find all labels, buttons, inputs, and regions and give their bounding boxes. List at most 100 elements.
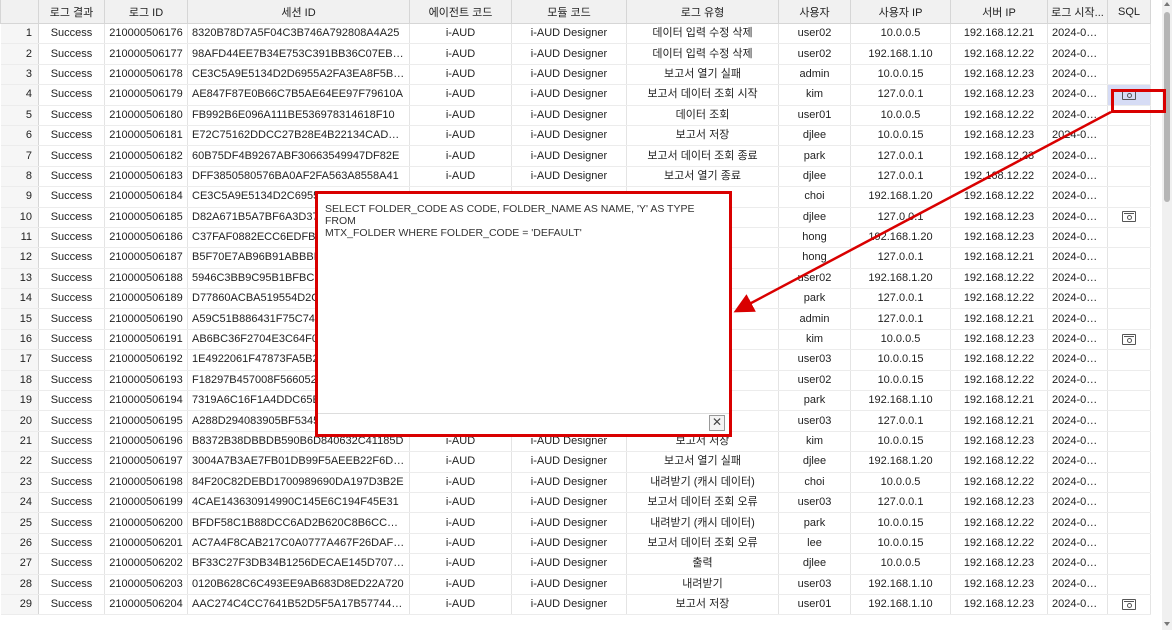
cell-log-start[interactable]: 2024-04-... <box>1047 349 1108 371</box>
cell-user[interactable]: admin <box>778 64 851 86</box>
cell-log-id[interactable]: 210000506196 <box>104 431 188 453</box>
table-row[interactable]: 22 Success 210000506197 3004A7B3AE7FB01DB99… <box>0 451 1151 473</box>
cell-server-ip[interactable]: 192.168.12.23 <box>950 125 1048 147</box>
cell-sql[interactable] <box>1107 492 1151 514</box>
row-number[interactable]: 28 <box>0 574 39 595</box>
cell-user-ip[interactable]: 192.168.1.10 <box>850 574 951 595</box>
sql-view-icon[interactable] <box>1122 333 1136 345</box>
cell-server-ip[interactable]: 192.168.12.21 <box>950 247 1048 269</box>
cell-log-type[interactable]: 내려받기 <box>626 574 779 595</box>
cell-log-type[interactable]: 보고서 열기 종료 <box>626 166 779 188</box>
header-session-id[interactable]: 세션 ID <box>187 0 410 24</box>
row-number[interactable]: 16 <box>0 329 39 351</box>
row-number[interactable]: 22 <box>0 451 39 473</box>
cell-sql[interactable] <box>1107 166 1151 188</box>
cell-server-ip[interactable]: 192.168.12.23 <box>950 329 1048 351</box>
cell-server-ip[interactable]: 192.168.12.23 <box>950 594 1048 616</box>
cell-log-id[interactable]: 210000506193 <box>104 370 188 392</box>
cell-user-ip[interactable]: 127.0.0.1 <box>850 410 951 432</box>
cell-log-start[interactable]: 2024-04-... <box>1047 512 1108 534</box>
cell-log-result[interactable]: Success <box>38 553 105 575</box>
cell-log-id[interactable]: 210000506197 <box>104 451 188 473</box>
close-button[interactable]: ✕ <box>709 415 725 431</box>
cell-log-id[interactable]: 210000506185 <box>104 207 188 228</box>
cell-agent-code[interactable]: i-AUD <box>409 64 512 86</box>
cell-user[interactable]: user02 <box>778 43 851 65</box>
cell-user-ip[interactable]: 127.0.0.1 <box>850 288 951 310</box>
cell-user[interactable]: park <box>778 512 851 534</box>
cell-server-ip[interactable]: 192.168.12.23 <box>950 84 1048 106</box>
cell-sql[interactable] <box>1107 247 1151 269</box>
cell-log-id[interactable]: 210000506176 <box>104 23 188 45</box>
cell-user-ip[interactable]: 10.0.0.5 <box>850 105 951 126</box>
table-row[interactable]: 5 Success 210000506180 FB992B6E096A111BE536… <box>0 105 1151 126</box>
cell-sql[interactable] <box>1107 186 1151 208</box>
table-row[interactable]: 3 Success 210000506178 CE3C5A9E5134D2D6955A… <box>0 64 1151 86</box>
cell-user-ip[interactable]: 10.0.0.5 <box>850 553 951 575</box>
header-user-ip[interactable]: 사용자 IP <box>850 0 951 24</box>
cell-log-id[interactable]: 210000506184 <box>104 186 188 208</box>
table-row[interactable]: 23 Success 210000506198 84F20C82DEBD1700989… <box>0 472 1151 493</box>
table-row[interactable]: 28 Success 210000506203 0120B628C6C493EE9AB… <box>0 574 1151 595</box>
cell-log-id[interactable]: 210000506203 <box>104 574 188 595</box>
cell-server-ip[interactable]: 192.168.12.22 <box>950 105 1048 126</box>
header-log-start[interactable]: 로그 시작... <box>1047 0 1108 24</box>
cell-user[interactable]: user01 <box>778 105 851 126</box>
cell-log-result[interactable]: Success <box>38 186 105 208</box>
cell-user-ip[interactable]: 10.0.0.15 <box>850 533 951 555</box>
cell-user[interactable]: user02 <box>778 268 851 290</box>
cell-log-result[interactable]: Success <box>38 472 105 493</box>
cell-user[interactable]: choi <box>778 472 851 493</box>
cell-module-code[interactable]: i-AUD Designer <box>511 43 627 65</box>
cell-user[interactable]: djlee <box>778 451 851 473</box>
row-number[interactable]: 17 <box>0 349 39 371</box>
cell-log-id[interactable]: 210000506200 <box>104 512 188 534</box>
table-row[interactable]: 25 Success 210000506200 BFDF58C1B88DCC6AD2B… <box>0 512 1151 534</box>
header-log-result[interactable]: 로그 결과 <box>38 0 105 24</box>
row-number[interactable]: 1 <box>0 23 39 45</box>
cell-log-id[interactable]: 210000506201 <box>104 533 188 555</box>
cell-log-type[interactable]: 보고서 데이터 조회 종료 <box>626 145 779 167</box>
cell-server-ip[interactable]: 192.168.12.21 <box>950 23 1048 45</box>
cell-user[interactable]: lee <box>778 533 851 555</box>
table-row[interactable]: 27 Success 210000506202 BF33C27F3DB34B1256D… <box>0 553 1151 575</box>
sql-view-icon[interactable] <box>1122 598 1136 610</box>
table-row[interactable]: 26 Success 210000506201 AC7A4F8CAB217C0A077… <box>0 533 1151 555</box>
cell-log-start[interactable]: 2024-04-... <box>1047 227 1108 249</box>
cell-log-id[interactable]: 210000506199 <box>104 492 188 514</box>
header-user[interactable]: 사용자 <box>778 0 851 24</box>
cell-user[interactable]: user01 <box>778 594 851 616</box>
cell-sql[interactable] <box>1107 431 1151 453</box>
cell-user-ip[interactable]: 192.168.1.10 <box>850 43 951 65</box>
header-agent-code[interactable]: 에이전트 코드 <box>409 0 512 24</box>
cell-log-id[interactable]: 210000506188 <box>104 268 188 290</box>
cell-log-id[interactable]: 210000506178 <box>104 64 188 86</box>
cell-user[interactable]: user03 <box>778 410 851 432</box>
cell-module-code[interactable]: i-AUD Designer <box>511 533 627 555</box>
row-number[interactable]: 6 <box>0 125 39 147</box>
cell-user[interactable]: djlee <box>778 553 851 575</box>
cell-sql[interactable] <box>1107 288 1151 310</box>
cell-log-start[interactable]: 2024-04-... <box>1047 329 1108 351</box>
cell-agent-code[interactable]: i-AUD <box>409 166 512 188</box>
cell-log-id[interactable]: 210000506179 <box>104 84 188 106</box>
cell-session-id[interactable]: AAC274C4CC7641B52D5F5A17B57744FC <box>187 594 410 616</box>
cell-module-code[interactable]: i-AUD Designer <box>511 492 627 514</box>
cell-agent-code[interactable]: i-AUD <box>409 451 512 473</box>
cell-log-result[interactable]: Success <box>38 349 105 371</box>
cell-user-ip[interactable]: 127.0.0.1 <box>850 308 951 330</box>
cell-log-start[interactable]: 2024-04-... <box>1047 84 1108 106</box>
cell-agent-code[interactable]: i-AUD <box>409 553 512 575</box>
row-number[interactable]: 26 <box>0 533 39 555</box>
cell-agent-code[interactable]: i-AUD <box>409 512 512 534</box>
cell-user[interactable]: park <box>778 390 851 412</box>
table-row[interactable]: 7 Success 210000506182 60B75DF4B9267ABF3066… <box>0 145 1151 167</box>
cell-log-type[interactable]: 보고서 저장 <box>626 594 779 616</box>
cell-log-id[interactable]: 210000506189 <box>104 288 188 310</box>
cell-user-ip[interactable]: 127.0.0.1 <box>850 145 951 167</box>
row-number[interactable]: 29 <box>0 594 39 616</box>
cell-log-start[interactable]: 2024-04-... <box>1047 553 1108 575</box>
cell-log-type[interactable]: 보고서 저장 <box>626 125 779 147</box>
cell-log-type[interactable]: 출력 <box>626 553 779 575</box>
cell-module-code[interactable]: i-AUD Designer <box>511 84 627 106</box>
